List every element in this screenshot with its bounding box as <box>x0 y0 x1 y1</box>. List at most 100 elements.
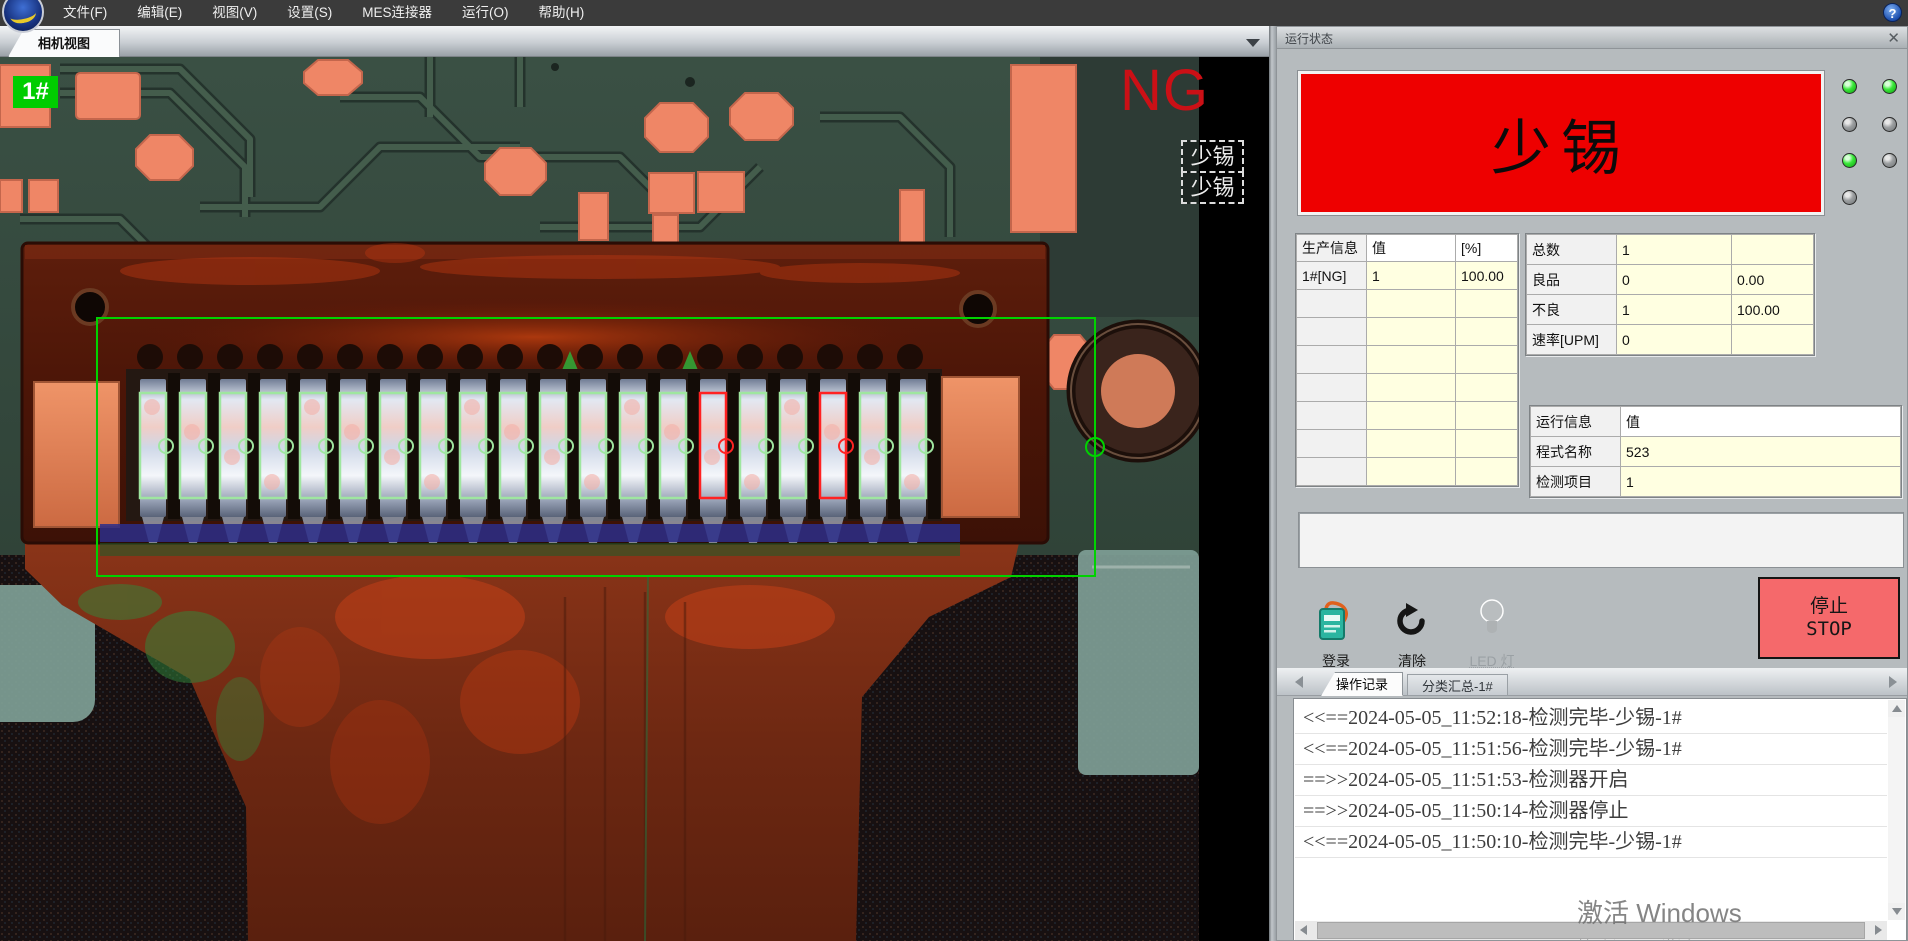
status-led <box>1882 117 1897 132</box>
stats-table: 总数1良品00.00不良1100.00速率[UPM]0 <box>1526 234 1814 355</box>
table-cell: 总数 <box>1527 235 1617 265</box>
table-cell: 不良 <box>1527 295 1617 325</box>
status-led <box>1842 117 1857 132</box>
scroll-up-icon[interactable] <box>1888 700 1905 717</box>
table-cell: 值 <box>1367 235 1456 262</box>
table-cell <box>1297 402 1367 430</box>
table-cell <box>1367 402 1456 430</box>
table-cell <box>1297 430 1367 458</box>
table-cell <box>1367 430 1456 458</box>
menu-item-3[interactable]: 视图(V) <box>197 0 272 26</box>
camera-id-badge: 1# <box>13 76 58 108</box>
menu-item-6[interactable]: 运行(O) <box>447 0 524 26</box>
table-cell <box>1367 318 1456 346</box>
tab-camera-view[interactable]: 相机视图 <box>8 29 120 57</box>
table-cell: 1 <box>1617 235 1732 265</box>
result-banner: 少锡 <box>1298 71 1824 215</box>
menu-item-4[interactable]: 设置(S) <box>272 0 347 26</box>
table-cell <box>1732 235 1814 265</box>
result-banner-text: 少锡 <box>1491 100 1631 187</box>
menu-item-5[interactable]: MES连接器 <box>347 0 447 26</box>
status-led <box>1842 79 1857 94</box>
menu-bar: 文件(F)编辑(E)视图(V)设置(S)MES连接器运行(O)帮助(H) ? <box>0 0 1908 26</box>
status-led <box>1842 190 1857 205</box>
camera-tabstrip: 相机视图 <box>0 26 1269 57</box>
clear-button[interactable]: 清除 <box>1382 599 1442 671</box>
windows-activation-watermark: 激活 Windows 转到“设置”以激活 Windows。 <box>1577 893 1772 941</box>
help-icon[interactable]: ? <box>1883 3 1902 22</box>
production-table: 生产信息值[%]1#[NG]1100.00 <box>1296 234 1518 486</box>
login-button[interactable]: 登录 <box>1301 595 1371 671</box>
table-cell <box>1297 458 1367 486</box>
led-light-button[interactable]: LED 灯 <box>1459 597 1525 671</box>
table-cell: 速率[UPM] <box>1527 325 1617 355</box>
chevron-down-icon[interactable] <box>1246 39 1260 47</box>
camera-viewport[interactable]: 1# NG 少锡 少锡 <box>0 57 1269 941</box>
menu-item-1[interactable]: 文件(F) <box>48 0 122 26</box>
table-cell: 1#[NG] <box>1297 262 1367 290</box>
stop-button[interactable]: 停止 STOP <box>1758 577 1900 659</box>
id-badge-icon <box>1314 595 1358 643</box>
table-cell: 1 <box>1367 262 1456 290</box>
table-cell <box>1297 346 1367 374</box>
tab-scroll-left-icon[interactable] <box>1295 676 1303 688</box>
scroll-right-icon[interactable] <box>1869 921 1887 940</box>
table-cell: 程式名称 <box>1531 437 1621 467</box>
pcb-photo <box>0 57 1199 941</box>
status-led <box>1842 153 1857 168</box>
table-cell <box>1367 374 1456 402</box>
table-cell: 100.00 <box>1456 262 1518 290</box>
stop-label-en: STOP <box>1806 618 1852 641</box>
inspection-result-text: NG <box>1120 57 1209 124</box>
status-led <box>1882 153 1897 168</box>
vertical-scrollbar[interactable] <box>1888 700 1905 920</box>
panel-titlebar: 运行状态 ✕ <box>1277 27 1907 49</box>
stop-label-cn: 停止 <box>1810 595 1848 618</box>
table-cell <box>1367 346 1456 374</box>
table-cell: 1 <box>1617 295 1732 325</box>
panel-title: 运行状态 <box>1285 30 1333 47</box>
log-tabstrip: 操作记录分类汇总-1# <box>1277 668 1908 696</box>
scroll-left-icon[interactable] <box>1295 921 1313 940</box>
log-entry: ==>>2024-05-05_11:50:14-检测器停止 <box>1295 796 1887 827</box>
table-cell: 0 <box>1617 265 1732 295</box>
table-cell: 值 <box>1621 407 1901 437</box>
tab-scroll-right-icon[interactable] <box>1889 676 1897 688</box>
table-cell <box>1456 430 1518 458</box>
light-bulb-icon <box>1477 597 1507 643</box>
table-cell: 0 <box>1617 325 1732 355</box>
table-cell: 0.00 <box>1732 265 1814 295</box>
table-cell: [%] <box>1456 235 1518 262</box>
table-cell <box>1732 325 1814 355</box>
table-cell <box>1456 346 1518 374</box>
log-entry: ==>>2024-05-05_11:51:53-检测器开启 <box>1295 765 1887 796</box>
defect-label: 少锡 <box>1181 171 1244 204</box>
log-entry: <<==2024-05-05_11:52:18-检测完毕-少锡-1# <box>1295 703 1887 734</box>
table-cell <box>1367 290 1456 318</box>
refresh-icon <box>1394 599 1430 643</box>
message-box <box>1298 512 1904 568</box>
table-cell: 运行信息 <box>1531 407 1621 437</box>
table-cell <box>1456 402 1518 430</box>
table-cell <box>1456 458 1518 486</box>
table-cell <box>1297 374 1367 402</box>
table-cell: 良品 <box>1527 265 1617 295</box>
menu-item-2[interactable]: 编辑(E) <box>122 0 197 26</box>
log-entry: <<==2024-05-05_11:50:10-检测完毕-少锡-1# <box>1295 827 1887 858</box>
run-status-panel: 运行状态 ✕ 少锡 生产信息值[%]1#[NG]1100.00 总数1良品00.… <box>1276 26 1908 941</box>
defect-label: 少锡 <box>1181 140 1244 173</box>
table-cell: 1 <box>1621 467 1901 497</box>
log-tab-1[interactable]: 操作记录 <box>1321 672 1403 696</box>
table-cell: 523 <box>1621 437 1901 467</box>
close-icon[interactable]: ✕ <box>1887 29 1900 47</box>
menu-item-7[interactable]: 帮助(H) <box>524 0 600 26</box>
run-info-table: 运行信息值程式名称523检测项目1 <box>1530 406 1901 497</box>
pane-splitter[interactable] <box>1269 26 1276 941</box>
table-cell <box>1456 318 1518 346</box>
table-cell: 检测项目 <box>1531 467 1621 497</box>
status-led <box>1882 79 1897 94</box>
scroll-down-icon[interactable] <box>1888 903 1905 920</box>
table-cell <box>1297 290 1367 318</box>
log-tab-2[interactable]: 分类汇总-1# <box>1407 674 1508 696</box>
table-cell <box>1456 374 1518 402</box>
